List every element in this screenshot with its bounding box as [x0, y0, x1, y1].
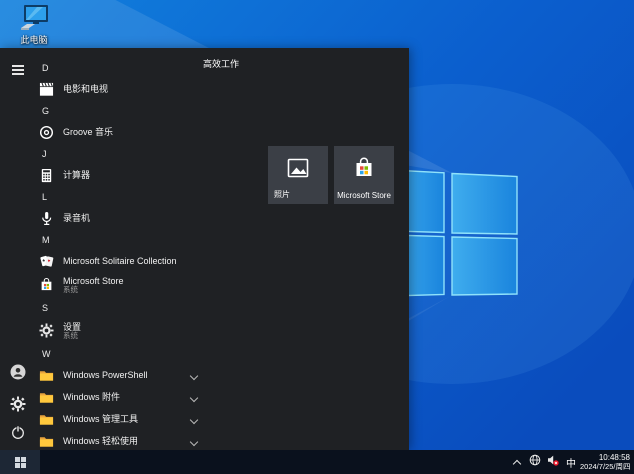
voice-recorder-icon: [38, 210, 54, 226]
app-list-letter-header[interactable]: S: [36, 297, 212, 318]
app-item-sublabel: 系统: [63, 330, 78, 340]
app-list-letter-header[interactable]: W: [36, 343, 212, 364]
tile-microsoft-store[interactable]: Microsoft Store: [334, 146, 394, 204]
clock-time: 10:48:58: [598, 453, 630, 462]
start-button[interactable]: [0, 450, 40, 474]
app-item-label: Windows 轻松使用: [63, 436, 139, 446]
app-item-label: Windows 管理工具: [63, 414, 139, 424]
system-tray: 中 10:48:58 2024/7/25/周四: [511, 450, 634, 474]
start-menu-app-item[interactable]: Microsoft Store 系统: [36, 272, 212, 297]
app-item-label: Windows 附件: [63, 392, 121, 402]
start-menu-app-item[interactable]: ♠ ♥ Microsoft Solitaire Collection: [36, 250, 212, 272]
power-icon: [10, 424, 26, 445]
app-item-label: Windows PowerShell: [63, 370, 148, 380]
app-item-label: Microsoft Solitaire Collection: [63, 256, 177, 266]
network-status-button[interactable]: [526, 450, 544, 474]
tile-photos[interactable]: 照片: [268, 146, 328, 204]
app-item-label: 电影和电视: [63, 84, 109, 94]
app-list-letter-header[interactable]: L: [36, 186, 212, 207]
folder-icon: [38, 367, 54, 383]
tile-store-label: Microsoft Store: [337, 191, 391, 200]
groove-music-icon: [38, 124, 54, 140]
start-menu-folder-item[interactable]: Windows 附件: [36, 386, 212, 408]
this-pc-label: 此电脑: [20, 35, 48, 45]
calculator-icon: [38, 167, 54, 183]
start-menu-folder-item[interactable]: Windows 轻松使用: [36, 430, 212, 450]
photos-icon: [268, 156, 328, 180]
folder-icon: [38, 433, 54, 449]
user-account-button[interactable]: [9, 364, 27, 385]
start-menu-app-item[interactable]: 录音机: [36, 207, 212, 229]
start-menu-folder-item[interactable]: Windows PowerShell: [36, 364, 212, 386]
app-list-letter-header[interactable]: D: [36, 57, 212, 78]
app-item-label: 计算器: [63, 170, 91, 180]
user-avatar-icon: [10, 364, 26, 385]
movies-tv-icon: [38, 81, 54, 97]
app-list-letter-header[interactable]: M: [36, 229, 212, 250]
solitaire-icon: ♠ ♥: [38, 253, 54, 269]
start-menu-app-item[interactable]: 电影和电视: [36, 78, 212, 100]
app-item-sublabel: 系统: [63, 284, 78, 294]
network-globe-icon: [529, 453, 541, 471]
speaker-muted-icon: [547, 453, 559, 471]
app-item-label: Microsoft Store: [63, 275, 124, 286]
tray-overflow-button[interactable]: [511, 450, 526, 474]
start-menu-app-item[interactable]: 计算器: [36, 164, 212, 186]
app-item-label: 录音机: [63, 213, 91, 223]
start-menu-folder-item[interactable]: Windows 管理工具: [36, 408, 212, 430]
gear-icon: [10, 396, 26, 417]
clock[interactable]: 10:48:58 2024/7/25/周四: [580, 453, 634, 471]
start-menu-rail: [0, 48, 36, 450]
app-item-label: 设置: [63, 321, 82, 332]
windows-logo-icon: [14, 456, 26, 468]
store-icon: [38, 277, 54, 293]
store-icon: [334, 156, 394, 180]
app-list-letter-header[interactable]: J: [36, 143, 212, 164]
tile-row: 照片 Microsoft Store: [268, 146, 394, 204]
expand-menu-button[interactable]: [9, 61, 27, 79]
tile-area: 高效工作 照片 Microsoft Store: [196, 48, 409, 450]
this-pc-icon: [19, 4, 49, 32]
desktop-icon-this-pc[interactable]: 此电脑: [10, 4, 58, 46]
start-menu-app-item[interactable]: Groove 音乐: [36, 121, 212, 143]
clock-date: 2024/7/25/周四: [580, 462, 631, 471]
folder-icon: [38, 411, 54, 427]
app-list: D 电影和电视 G Groove 音乐 J 计算器 L 录音机 M ♠ ♥ Microsoft Sol…: [36, 48, 212, 450]
chevron-up-icon: [514, 459, 521, 466]
folder-icon: [38, 389, 54, 405]
settings-button[interactable]: [9, 396, 27, 417]
tile-photos-label: 照片: [274, 190, 290, 199]
app-list-letter-header[interactable]: G: [36, 100, 212, 121]
ime-indicator[interactable]: 中: [562, 455, 580, 470]
volume-button[interactable]: [544, 450, 562, 474]
tile-group-header: 高效工作: [203, 59, 240, 69]
start-menu: D 电影和电视 G Groove 音乐 J 计算器 L 录音机 M ♠ ♥ Microsoft Sol…: [0, 48, 409, 450]
start-menu-app-item[interactable]: 设置 系统: [36, 318, 212, 343]
settings-icon: [38, 323, 54, 339]
power-button[interactable]: [9, 425, 27, 443]
taskbar: 中 10:48:58 2024/7/25/周四: [0, 450, 634, 474]
app-item-label: Groove 音乐: [63, 127, 114, 137]
